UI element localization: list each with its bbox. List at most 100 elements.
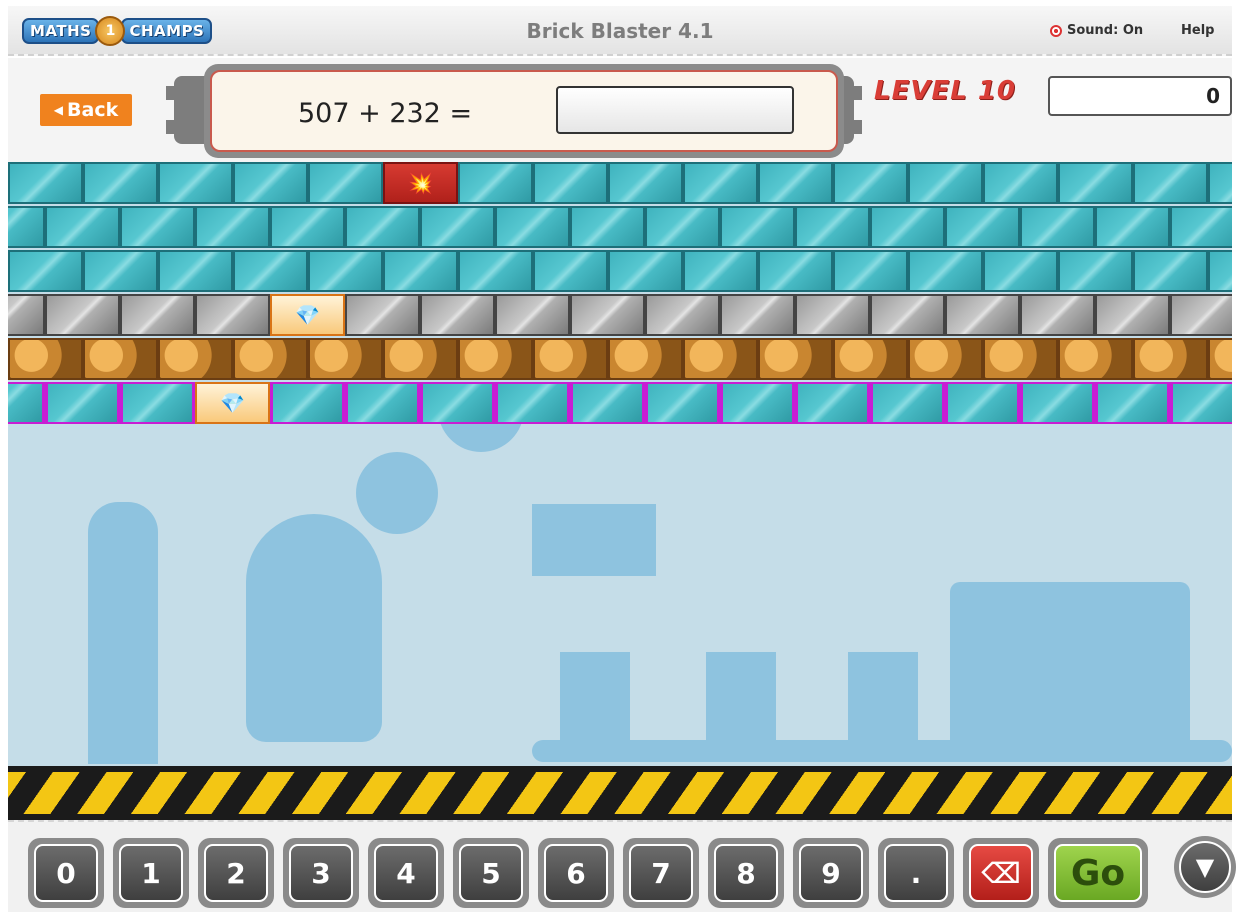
- key-4[interactable]: 4: [368, 838, 444, 908]
- brick: [158, 250, 233, 292]
- key-2[interactable]: 2: [198, 838, 274, 908]
- brick: [45, 382, 120, 424]
- brick: [833, 162, 908, 204]
- brick: [608, 250, 683, 292]
- question-bar: ◀ Back 507 + 232 = LEVEL 10 0: [8, 58, 1232, 162]
- key-7[interactable]: 7: [623, 838, 699, 908]
- brick: [120, 382, 195, 424]
- sound-toggle[interactable]: Sound: On: [1050, 23, 1143, 38]
- brick: [420, 206, 495, 248]
- key-label: 6: [544, 844, 608, 902]
- brick: [908, 338, 983, 380]
- brick: [1058, 338, 1133, 380]
- back-button[interactable]: ◀ Back: [40, 94, 132, 126]
- brick: [495, 294, 570, 336]
- go-label: Go: [1054, 844, 1142, 902]
- brick-row: 💎: [8, 294, 1232, 336]
- brick: [458, 338, 533, 380]
- brick: [870, 294, 945, 336]
- key-label: 1: [119, 844, 183, 902]
- brick: [308, 250, 383, 292]
- brick: [720, 294, 795, 336]
- key-0[interactable]: 0: [28, 838, 104, 908]
- key-decimal[interactable]: .: [878, 838, 954, 908]
- backspace-icon: ⌫: [969, 844, 1033, 902]
- brick: [683, 250, 758, 292]
- answer-input[interactable]: [556, 86, 794, 134]
- go-button[interactable]: Go: [1048, 838, 1148, 908]
- brick: [1020, 294, 1095, 336]
- brick: [420, 294, 495, 336]
- big-robot-silhouette: [246, 514, 382, 742]
- key-3[interactable]: 3: [283, 838, 359, 908]
- brick: [1058, 162, 1133, 204]
- brick: [570, 206, 645, 248]
- key-label: 4: [374, 844, 438, 902]
- brick: [1095, 206, 1170, 248]
- sound-label: Sound: On: [1067, 23, 1144, 38]
- key-label: 5: [459, 844, 523, 902]
- key-6[interactable]: 6: [538, 838, 614, 908]
- brick: [345, 294, 420, 336]
- key-1[interactable]: 1: [113, 838, 189, 908]
- brick: [1020, 382, 1095, 424]
- brick: [758, 250, 833, 292]
- saw-machine-silhouette: [532, 504, 656, 576]
- brick: [983, 250, 1058, 292]
- help-link[interactable]: Help: [1181, 23, 1214, 38]
- brick: [8, 250, 83, 292]
- brick: [345, 382, 420, 424]
- brick: [1208, 250, 1232, 292]
- brick: [720, 382, 795, 424]
- brick: [195, 206, 270, 248]
- brick: [495, 382, 570, 424]
- factory-machine-silhouette: [950, 582, 1190, 760]
- brick: [1208, 162, 1232, 204]
- brick: [83, 250, 158, 292]
- chevron-down-icon: ▼: [1179, 841, 1231, 893]
- brick: [983, 338, 1058, 380]
- key-9[interactable]: 9: [793, 838, 869, 908]
- brick: [1133, 338, 1208, 380]
- brick: [458, 162, 533, 204]
- brick: [908, 250, 983, 292]
- delete-button[interactable]: ⌫: [963, 838, 1039, 908]
- brick-row: [8, 206, 1232, 248]
- key-5[interactable]: 5: [453, 838, 529, 908]
- brick: [795, 294, 870, 336]
- brick: [158, 338, 233, 380]
- conveyor-belt-silhouette: [532, 740, 1232, 762]
- brick: [383, 250, 458, 292]
- brick: [533, 338, 608, 380]
- question-text: 507 + 232 =: [298, 98, 473, 129]
- brick: [683, 162, 758, 204]
- brick: [45, 294, 120, 336]
- brick: [645, 294, 720, 336]
- bomb-brick: 💥: [383, 162, 458, 204]
- brick: [458, 250, 533, 292]
- brick-row: 💥: [8, 162, 1232, 204]
- brick: [233, 250, 308, 292]
- question-frame: 507 + 232 =: [204, 64, 844, 158]
- key-8[interactable]: 8: [708, 838, 784, 908]
- brick: [795, 206, 870, 248]
- number-keypad: 0 1 2 3 4 5 6 7 8 9. ⌫ Go ▼: [8, 820, 1236, 912]
- brick: [608, 338, 683, 380]
- brick: [1208, 338, 1232, 380]
- keypad-toggle-button[interactable]: ▼: [1174, 836, 1236, 898]
- brick: [8, 294, 45, 336]
- question-box: 507 + 232 =: [210, 70, 838, 152]
- brick: [570, 382, 645, 424]
- brick: [270, 206, 345, 248]
- brick: [1020, 206, 1095, 248]
- brick: [233, 162, 308, 204]
- page-title: Brick Blaster 4.1: [526, 19, 714, 43]
- brick-row: [8, 338, 1232, 380]
- small-robot-silhouette: [560, 652, 630, 742]
- brick: [1170, 206, 1232, 248]
- key-label: 3: [289, 844, 353, 902]
- brick: [45, 206, 120, 248]
- back-arrow-icon: ◀: [53, 103, 64, 117]
- key-label: 8: [714, 844, 778, 902]
- gem-brick: 💎: [195, 382, 270, 424]
